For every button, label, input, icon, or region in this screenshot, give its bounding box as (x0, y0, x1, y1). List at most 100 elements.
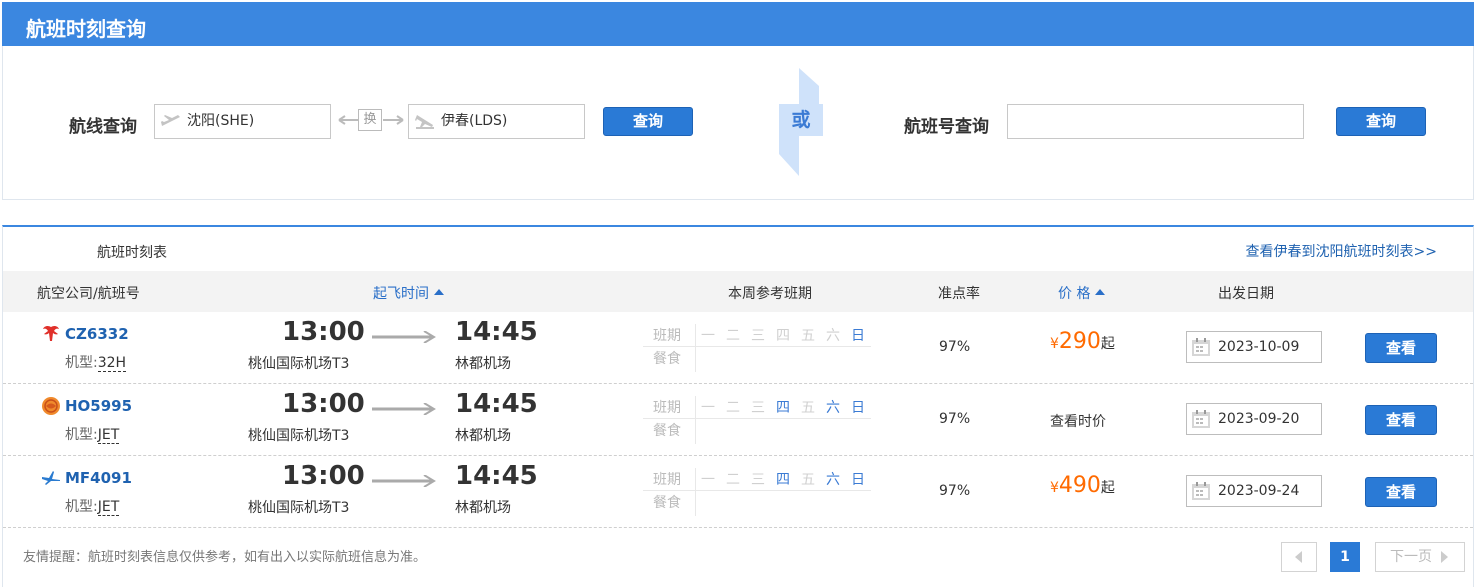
page-number-current[interactable]: 1 (1330, 542, 1360, 572)
departure-date-value: 2023-09-20 (1218, 411, 1300, 427)
calendar-icon (1192, 410, 1210, 428)
table-row: CZ6332 机型:32H 13:00 桃仙国际机场T3 14:45 林都机场 班期 餐食 一二… (3, 312, 1473, 384)
price: ¥490起 (1050, 473, 1115, 498)
meal-label: 餐食 (653, 351, 681, 367)
calendar-icon (1192, 338, 1210, 356)
weekday-7: 日 (851, 328, 865, 344)
or-divider: 或 (779, 68, 823, 176)
model-value[interactable]: JET (97, 499, 120, 516)
weekday-2: 二 (726, 400, 740, 416)
landing-icon (415, 115, 434, 129)
weekday-3: 三 (751, 328, 765, 344)
view-flight-button[interactable]: 查看 (1365, 333, 1437, 363)
flight-search-button[interactable]: 查询 (1336, 107, 1426, 136)
price-value: 290 (1058, 329, 1101, 354)
departure-date-input[interactable]: 2023-09-24 (1186, 475, 1322, 507)
model-value[interactable]: JET (97, 427, 120, 444)
view-flight-button[interactable]: 查看 (1365, 477, 1437, 507)
departure-date-input[interactable]: 2023-10-09 (1186, 331, 1322, 363)
model-label: 机型: (65, 427, 98, 443)
price-from-suffix: 起 (1100, 336, 1115, 352)
week-divider-v (695, 324, 696, 372)
schedule-panel: 航班时刻表 查看伊春到沈阳航班时刻表>> 航空公司/航班号 起飞时间 本周参考班… (2, 225, 1474, 587)
prev-page-button[interactable] (1281, 542, 1317, 572)
flight-number-link[interactable]: CZ6332 (65, 325, 129, 343)
currency-symbol: ¥ (1050, 480, 1059, 496)
departure-time: 13:00 (282, 389, 365, 419)
departure-date-value: 2023-09-24 (1218, 483, 1300, 499)
sort-up-icon (1095, 289, 1106, 295)
arrival-airport: 林都机场 (455, 428, 511, 444)
week-divider-h (643, 418, 871, 419)
weekday-2: 二 (726, 328, 740, 344)
page-header: 航班时刻查询 (2, 2, 1474, 46)
week-divider-h (643, 490, 871, 491)
from-city-input[interactable]: 沈阳(SHE) (154, 104, 331, 139)
next-page-button[interactable]: 下一页 (1375, 542, 1465, 572)
departure-time: 13:00 (282, 317, 365, 347)
price-from-suffix: 起 (1100, 480, 1115, 496)
departure-airport: 桃仙国际机场T3 (248, 428, 350, 444)
calendar-icon (1192, 482, 1210, 500)
weekday-7: 日 (851, 472, 865, 488)
from-city-value: 沈阳(SHE) (187, 113, 255, 129)
table-row: HO5995 机型:JET 13:00 桃仙国际机场T3 14:45 林都机场 班期 餐食 一二… (3, 384, 1473, 456)
week-divider-h (643, 346, 871, 347)
flight-number-link[interactable]: HO5995 (65, 397, 132, 415)
view-flight-button[interactable]: 查看 (1365, 405, 1437, 435)
weekly-schedule: 班期 餐食 一二三四五六日 (639, 396, 871, 444)
departure-date-input[interactable]: 2023-09-20 (1186, 403, 1322, 435)
juneyao-logo-icon (41, 396, 61, 416)
model-value[interactable]: 32H (97, 355, 127, 372)
weekday-1: 一 (701, 472, 715, 488)
arrival-time: 14:45 (455, 389, 538, 419)
weekday-6: 六 (826, 328, 840, 344)
swap-label: 换 (358, 109, 382, 131)
flight-search-label: 航班号查询 (904, 117, 989, 137)
col-departure-sort[interactable]: 起飞时间 (373, 283, 444, 303)
weekday-5: 五 (801, 328, 815, 344)
schedule-days-label: 班期 (653, 328, 681, 344)
departure-airport: 桃仙国际机场T3 (248, 500, 350, 516)
chevron-right-icon (1441, 551, 1448, 563)
weekly-schedule: 班期 餐食 一二三四五六日 (639, 468, 871, 516)
route-search-label: 航线查询 (69, 117, 137, 137)
reverse-route-link[interactable]: 查看伊春到沈阳航班时刻表>> (1246, 241, 1437, 261)
weekday-1: 一 (701, 400, 715, 416)
col-price-label: 价 格 (1058, 286, 1091, 302)
schedule-days-label: 班期 (653, 400, 681, 416)
aircraft-model: 机型:32H (65, 352, 127, 372)
price-check-text: 查看时价 (1050, 414, 1106, 430)
arrival-time: 14:45 (455, 317, 538, 347)
col-airline: 航空公司/航班号 (37, 286, 140, 302)
schedule-days-label: 班期 (653, 472, 681, 488)
takeoff-icon (161, 115, 180, 126)
table-header: 航空公司/航班号 起飞时间 本周参考班期 准点率 价 格 出发日期 (3, 271, 1473, 312)
weekday-1: 一 (701, 328, 715, 344)
route-search-button[interactable]: 查询 (603, 107, 693, 136)
swap-cities-button[interactable]: 换 (337, 108, 407, 132)
departure-airport: 桃仙国际机场T3 (248, 356, 350, 372)
chevron-left-icon (1295, 551, 1302, 563)
page-title: 航班时刻查询 (26, 17, 146, 41)
ontime-rate: 97% (939, 483, 971, 499)
weekday-4: 四 (776, 328, 790, 344)
flight-number-input[interactable] (1007, 104, 1304, 139)
weekday-3: 三 (751, 400, 765, 416)
weekday-4: 四 (776, 400, 790, 416)
weekday-3: 三 (751, 472, 765, 488)
footer-note: 友情提醒：航班时刻表信息仅供参考，如有出入以实际航班信息为准。 (23, 550, 427, 565)
meal-label: 餐食 (653, 495, 681, 511)
aircraft-model: 机型:JET (65, 424, 120, 444)
to-city-input[interactable]: 伊春(LDS) (408, 104, 585, 139)
weekday-7: 日 (851, 400, 865, 416)
flight-number-link[interactable]: MF4091 (65, 469, 132, 487)
weekday-4: 四 (776, 472, 790, 488)
col-price-sort[interactable]: 价 格 (1058, 283, 1106, 303)
col-date: 出发日期 (1218, 286, 1274, 302)
ontime-rate: 97% (939, 411, 971, 427)
ontime-rate: 97% (939, 339, 971, 355)
weekday-6: 六 (826, 400, 840, 416)
arrow-right-icon (372, 403, 436, 415)
model-label: 机型: (65, 355, 98, 371)
